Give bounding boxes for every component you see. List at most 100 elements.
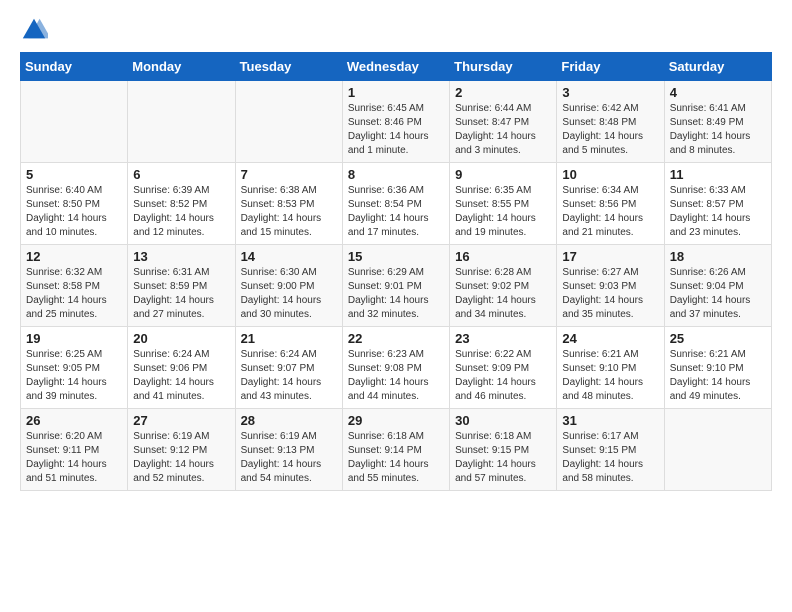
calendar-cell: 5 Sunrise: 6:40 AM Sunset: 8:50 PM Daylig… — [21, 163, 128, 245]
day-number: 25 — [670, 331, 766, 346]
calendar-cell: 16 Sunrise: 6:28 AM Sunset: 9:02 PM Dayli… — [450, 245, 557, 327]
cell-text: Sunrise: 6:23 AM Sunset: 9:08 PM Dayligh… — [348, 348, 444, 404]
day-number: 18 — [670, 249, 766, 264]
cell-text: Sunrise: 6:38 AM Sunset: 8:53 PM Dayligh… — [241, 184, 337, 240]
cell-text: Sunrise: 6:35 AM Sunset: 8:55 PM Dayligh… — [455, 184, 551, 240]
col-header-thursday: Thursday — [450, 53, 557, 81]
cell-text: Sunrise: 6:42 AM Sunset: 8:48 PM Dayligh… — [562, 102, 658, 158]
calendar-cell: 11 Sunrise: 6:33 AM Sunset: 8:57 PM Dayli… — [664, 163, 771, 245]
day-number: 7 — [241, 167, 337, 182]
day-number: 11 — [670, 167, 766, 182]
day-number: 16 — [455, 249, 551, 264]
calendar-cell: 7 Sunrise: 6:38 AM Sunset: 8:53 PM Daylig… — [235, 163, 342, 245]
calendar-cell: 9 Sunrise: 6:35 AM Sunset: 8:55 PM Daylig… — [450, 163, 557, 245]
cell-text: Sunrise: 6:26 AM Sunset: 9:04 PM Dayligh… — [670, 266, 766, 322]
day-number: 24 — [562, 331, 658, 346]
calendar-cell: 28 Sunrise: 6:19 AM Sunset: 9:13 PM Dayli… — [235, 409, 342, 491]
day-number: 5 — [26, 167, 122, 182]
calendar-cell: 8 Sunrise: 6:36 AM Sunset: 8:54 PM Daylig… — [342, 163, 449, 245]
day-number: 19 — [26, 331, 122, 346]
calendar-cell: 18 Sunrise: 6:26 AM Sunset: 9:04 PM Dayli… — [664, 245, 771, 327]
day-number: 21 — [241, 331, 337, 346]
day-number: 2 — [455, 85, 551, 100]
calendar-week-4: 19 Sunrise: 6:25 AM Sunset: 9:05 PM Dayli… — [21, 327, 772, 409]
cell-text: Sunrise: 6:39 AM Sunset: 8:52 PM Dayligh… — [133, 184, 229, 240]
cell-text: Sunrise: 6:28 AM Sunset: 9:02 PM Dayligh… — [455, 266, 551, 322]
calendar-cell: 12 Sunrise: 6:32 AM Sunset: 8:58 PM Dayli… — [21, 245, 128, 327]
header-row: SundayMondayTuesdayWednesdayThursdayFrid… — [21, 53, 772, 81]
col-header-monday: Monday — [128, 53, 235, 81]
calendar-cell — [128, 81, 235, 163]
calendar-cell: 21 Sunrise: 6:24 AM Sunset: 9:07 PM Dayli… — [235, 327, 342, 409]
cell-text: Sunrise: 6:44 AM Sunset: 8:47 PM Dayligh… — [455, 102, 551, 158]
calendar-cell: 10 Sunrise: 6:34 AM Sunset: 8:56 PM Dayli… — [557, 163, 664, 245]
col-header-tuesday: Tuesday — [235, 53, 342, 81]
calendar-cell: 17 Sunrise: 6:27 AM Sunset: 9:03 PM Dayli… — [557, 245, 664, 327]
day-number: 17 — [562, 249, 658, 264]
cell-text: Sunrise: 6:18 AM Sunset: 9:15 PM Dayligh… — [455, 430, 551, 486]
page: SundayMondayTuesdayWednesdayThursdayFrid… — [0, 0, 792, 507]
cell-text: Sunrise: 6:24 AM Sunset: 9:07 PM Dayligh… — [241, 348, 337, 404]
col-header-saturday: Saturday — [664, 53, 771, 81]
calendar-cell: 13 Sunrise: 6:31 AM Sunset: 8:59 PM Dayli… — [128, 245, 235, 327]
calendar-cell: 20 Sunrise: 6:24 AM Sunset: 9:06 PM Dayli… — [128, 327, 235, 409]
calendar-cell: 23Sunrise: 6:22 AM Sunset: 9:09 PM Dayli… — [450, 327, 557, 409]
day-number: 9 — [455, 167, 551, 182]
day-number: 15 — [348, 249, 444, 264]
cell-text: Sunrise: 6:25 AM Sunset: 9:05 PM Dayligh… — [26, 348, 122, 404]
col-header-wednesday: Wednesday — [342, 53, 449, 81]
cell-text: Sunrise: 6:29 AM Sunset: 9:01 PM Dayligh… — [348, 266, 444, 322]
calendar-cell: 31 Sunrise: 6:17 AM Sunset: 9:15 PM Dayli… — [557, 409, 664, 491]
calendar-cell — [664, 409, 771, 491]
calendar-cell: 15 Sunrise: 6:29 AM Sunset: 9:01 PM Dayli… — [342, 245, 449, 327]
cell-text: Sunrise: 6:36 AM Sunset: 8:54 PM Dayligh… — [348, 184, 444, 240]
cell-text: Sunrise: 6:40 AM Sunset: 8:50 PM Dayligh… — [26, 184, 122, 240]
cell-text: Sunrise: 6:22 AM Sunset: 9:09 PM Dayligh… — [455, 348, 551, 404]
day-number: 1 — [348, 85, 444, 100]
day-number: 22 — [348, 331, 444, 346]
calendar-cell — [235, 81, 342, 163]
cell-text: Sunrise: 6:24 AM Sunset: 9:06 PM Dayligh… — [133, 348, 229, 404]
cell-text: Sunrise: 6:19 AM Sunset: 9:12 PM Dayligh… — [133, 430, 229, 486]
day-number: 10 — [562, 167, 658, 182]
cell-text: Sunrise: 6:34 AM Sunset: 8:56 PM Dayligh… — [562, 184, 658, 240]
day-number: 29 — [348, 413, 444, 428]
calendar-cell — [21, 81, 128, 163]
cell-text: Sunrise: 6:31 AM Sunset: 8:59 PM Dayligh… — [133, 266, 229, 322]
day-number: 8 — [348, 167, 444, 182]
cell-text: Sunrise: 6:21 AM Sunset: 9:10 PM Dayligh… — [562, 348, 658, 404]
calendar-cell: 26Sunrise: 6:20 AM Sunset: 9:11 PM Dayli… — [21, 409, 128, 491]
calendar-cell: 27Sunrise: 6:19 AM Sunset: 9:12 PM Dayli… — [128, 409, 235, 491]
calendar-cell: 3Sunrise: 6:42 AM Sunset: 8:48 PM Daylig… — [557, 81, 664, 163]
day-number: 12 — [26, 249, 122, 264]
cell-text: Sunrise: 6:33 AM Sunset: 8:57 PM Dayligh… — [670, 184, 766, 240]
col-header-sunday: Sunday — [21, 53, 128, 81]
calendar-cell: 29 Sunrise: 6:18 AM Sunset: 9:14 PM Dayli… — [342, 409, 449, 491]
day-number: 14 — [241, 249, 337, 264]
calendar-cell: 1 Sunrise: 6:45 AM Sunset: 8:46 PM Daylig… — [342, 81, 449, 163]
cell-text: Sunrise: 6:27 AM Sunset: 9:03 PM Dayligh… — [562, 266, 658, 322]
day-number: 30 — [455, 413, 551, 428]
col-header-friday: Friday — [557, 53, 664, 81]
calendar-cell: 4Sunrise: 6:41 AM Sunset: 8:49 PM Daylig… — [664, 81, 771, 163]
day-number: 31 — [562, 413, 658, 428]
logo-icon — [20, 16, 48, 44]
calendar-cell: 2 Sunrise: 6:44 AM Sunset: 8:47 PM Daylig… — [450, 81, 557, 163]
calendar-week-3: 12 Sunrise: 6:32 AM Sunset: 8:58 PM Dayli… — [21, 245, 772, 327]
cell-text: Sunrise: 6:45 AM Sunset: 8:46 PM Dayligh… — [348, 102, 444, 158]
cell-text: Sunrise: 6:19 AM Sunset: 9:13 PM Dayligh… — [241, 430, 337, 486]
cell-text: Sunrise: 6:17 AM Sunset: 9:15 PM Dayligh… — [562, 430, 658, 486]
day-number: 13 — [133, 249, 229, 264]
cell-text: Sunrise: 6:21 AM Sunset: 9:10 PM Dayligh… — [670, 348, 766, 404]
cell-text: Sunrise: 6:32 AM Sunset: 8:58 PM Dayligh… — [26, 266, 122, 322]
day-number: 28 — [241, 413, 337, 428]
cell-text: Sunrise: 6:18 AM Sunset: 9:14 PM Dayligh… — [348, 430, 444, 486]
day-number: 20 — [133, 331, 229, 346]
calendar-cell: 19 Sunrise: 6:25 AM Sunset: 9:05 PM Dayli… — [21, 327, 128, 409]
calendar-cell: 6Sunrise: 6:39 AM Sunset: 8:52 PM Daylig… — [128, 163, 235, 245]
calendar-week-2: 5 Sunrise: 6:40 AM Sunset: 8:50 PM Daylig… — [21, 163, 772, 245]
logo — [20, 16, 52, 44]
header — [20, 16, 772, 44]
day-number: 26 — [26, 413, 122, 428]
calendar-cell: 30 Sunrise: 6:18 AM Sunset: 9:15 PM Dayli… — [450, 409, 557, 491]
